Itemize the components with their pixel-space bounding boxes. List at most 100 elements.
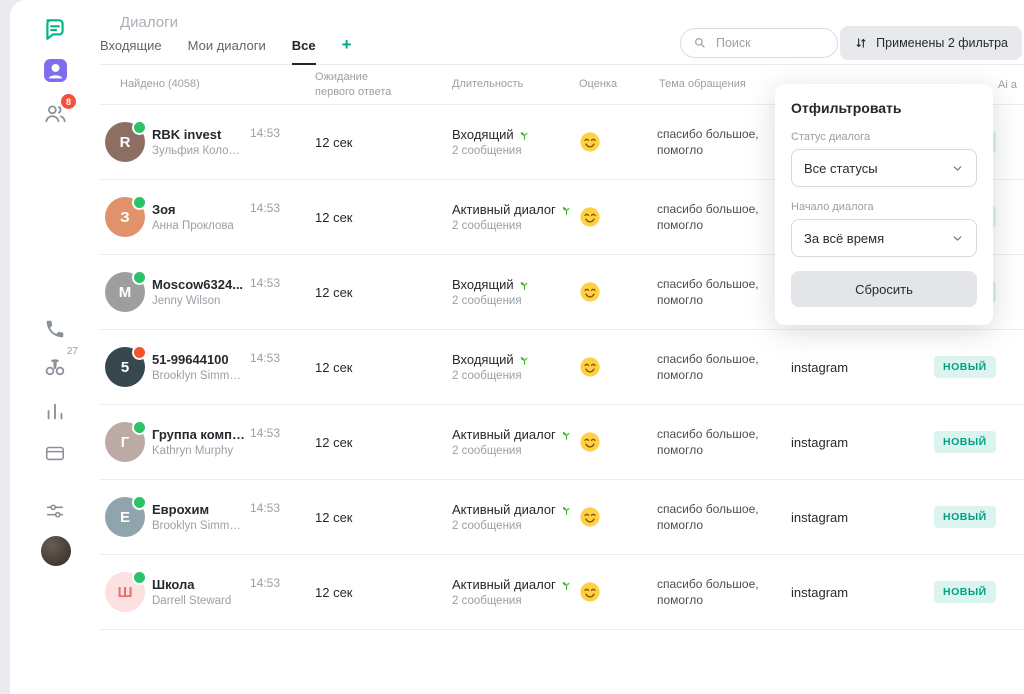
contact-name: Группа компа... (152, 427, 247, 442)
settings-sliders-icon[interactable] (42, 498, 68, 524)
search-count-badge: 27 (67, 346, 78, 357)
presence-dot (132, 570, 147, 585)
dialog-time: 14:53 (250, 351, 312, 365)
status-cell: Входящий 2 сообщения (452, 277, 577, 307)
avatar-cell: Ш (100, 572, 152, 612)
header-rating: Оценка (577, 77, 657, 91)
status-cell: Входящий 2 сообщения (452, 352, 577, 382)
sprout-icon (560, 578, 573, 591)
contact-subtitle: Brooklyn Simmons (152, 520, 247, 532)
topic-text: спасибо большое, помогло (657, 576, 789, 608)
status-cell: Активный диалог 2 сообщения (452, 577, 577, 607)
sprout-icon (560, 428, 573, 441)
start-filter-value: За всё время (804, 231, 884, 246)
rating-cell (577, 206, 657, 228)
dialog-status: Входящий (452, 127, 514, 142)
app-logo-chat-icon[interactable] (42, 16, 68, 42)
tab-all[interactable]: Все (292, 38, 316, 65)
contacts-icon[interactable]: 8 (42, 100, 68, 126)
sprout-icon (518, 353, 531, 366)
bot-icon[interactable] (42, 57, 68, 83)
rating-cell (577, 581, 657, 603)
sprout-icon (560, 503, 573, 516)
avatar: З (105, 197, 145, 237)
avatar-initial: Г (121, 434, 130, 451)
name-cell: Зоя Анна Проклова (152, 202, 250, 232)
status-badge: НОВЫЙ (934, 431, 996, 453)
applied-filters-button[interactable]: Применены 2 фильтра (840, 26, 1022, 60)
first-response-wait: 12 сек (312, 585, 452, 600)
applied-filters-label: Применены 2 фильтра (876, 36, 1008, 50)
messages-count: 2 сообщения (452, 220, 577, 232)
contact-subtitle: Анна Проклова (152, 220, 247, 232)
badge-cell: НОВЫЙ (934, 356, 1024, 378)
contact-name: Еврохим (152, 502, 247, 517)
status-filter-select[interactable]: Все статусы (791, 149, 977, 187)
phone-icon[interactable] (42, 316, 68, 342)
happy-emoji-icon (579, 506, 601, 528)
dialog-time: 14:53 (250, 201, 312, 215)
name-cell: 51-99644100 Brooklyn Simmons (152, 352, 250, 382)
header-topic: Тема обращения (657, 77, 789, 91)
name-cell: Группа компа... Kathryn Murphy (152, 427, 250, 457)
first-response-wait: 12 сек (312, 135, 452, 150)
user-avatar[interactable] (41, 536, 71, 566)
start-filter-select[interactable]: За всё время (791, 219, 977, 257)
header-wait: Ожидание первого ответа (312, 70, 410, 99)
chevron-down-icon (951, 232, 964, 245)
channel-name: instagram (789, 435, 934, 450)
reset-filters-button[interactable]: Сбросить (791, 271, 977, 307)
chevron-down-icon (951, 162, 964, 175)
avatar: M (105, 272, 145, 312)
avatar: 5 (105, 347, 145, 387)
dialog-row[interactable]: Ш Школа Darrell Steward 14:53 12 сек Акт… (100, 555, 1024, 630)
avatar-initial: Е (120, 509, 130, 526)
messages-count: 2 сообщения (452, 145, 577, 157)
contact-subtitle: Brooklyn Simmons (152, 370, 247, 382)
contacts-count-badge: 8 (61, 94, 76, 109)
stats-icon[interactable] (42, 398, 68, 424)
first-response-wait: 12 сек (312, 285, 452, 300)
dialog-row[interactable]: 5 51-99644100 Brooklyn Simmons 14:53 12 … (100, 330, 1024, 405)
avatar-initial: R (120, 134, 131, 151)
dialog-time: 14:53 (250, 501, 312, 515)
status-cell: Активный диалог 2 сообщения (452, 502, 577, 532)
search-box[interactable] (680, 28, 838, 58)
presence-dot (132, 345, 147, 360)
start-filter-label: Начало диалога (791, 201, 977, 213)
tab-my-dialogs[interactable]: Мои диалоги (188, 38, 266, 64)
avatar: R (105, 122, 145, 162)
happy-emoji-icon (579, 431, 601, 453)
happy-emoji-icon (579, 131, 601, 153)
messages-count: 2 сообщения (452, 295, 577, 307)
add-tab-button[interactable]: + (342, 35, 352, 64)
dialog-time: 14:53 (250, 276, 312, 290)
billing-icon[interactable] (42, 440, 68, 466)
contact-name: Зоя (152, 202, 247, 217)
tab-incoming[interactable]: Входящие (100, 38, 162, 64)
name-cell: Moscow6324... Jenny Wilson (152, 277, 250, 307)
status-badge: НОВЫЙ (934, 581, 996, 603)
avatar-initial: З (120, 209, 129, 226)
search-input[interactable] (714, 35, 825, 51)
dialog-row[interactable]: Е Еврохим Brooklyn Simmons 14:53 12 сек … (100, 480, 1024, 555)
badge-cell: НОВЫЙ (934, 506, 1024, 528)
search-monitor-icon[interactable]: 27 (42, 354, 68, 380)
dialog-row[interactable]: Г Группа компа... Kathryn Murphy 14:53 1… (100, 405, 1024, 480)
contact-name: 51-99644100 (152, 352, 247, 367)
status-badge: НОВЫЙ (934, 506, 996, 528)
dialog-row[interactable]: М М.Видео Kathryn Murphy 14:53 12 сек Ак… (100, 630, 1024, 641)
rating-cell (577, 506, 657, 528)
filter-popup-title: Отфильтровать (791, 100, 977, 116)
header-found: Найдено (4058) (100, 77, 250, 91)
dialog-time: 14:53 (250, 576, 312, 590)
status-filter-value: Все статусы (804, 161, 878, 176)
avatar-initial: 5 (121, 359, 129, 376)
name-cell: RBK invest Зульфия Коломеец (152, 127, 250, 157)
happy-emoji-icon (579, 356, 601, 378)
avatar: Ш (105, 572, 145, 612)
presence-dot (132, 120, 147, 135)
contact-subtitle: Kathryn Murphy (152, 445, 247, 457)
avatar: Г (105, 422, 145, 462)
avatar-cell: M (100, 272, 152, 312)
